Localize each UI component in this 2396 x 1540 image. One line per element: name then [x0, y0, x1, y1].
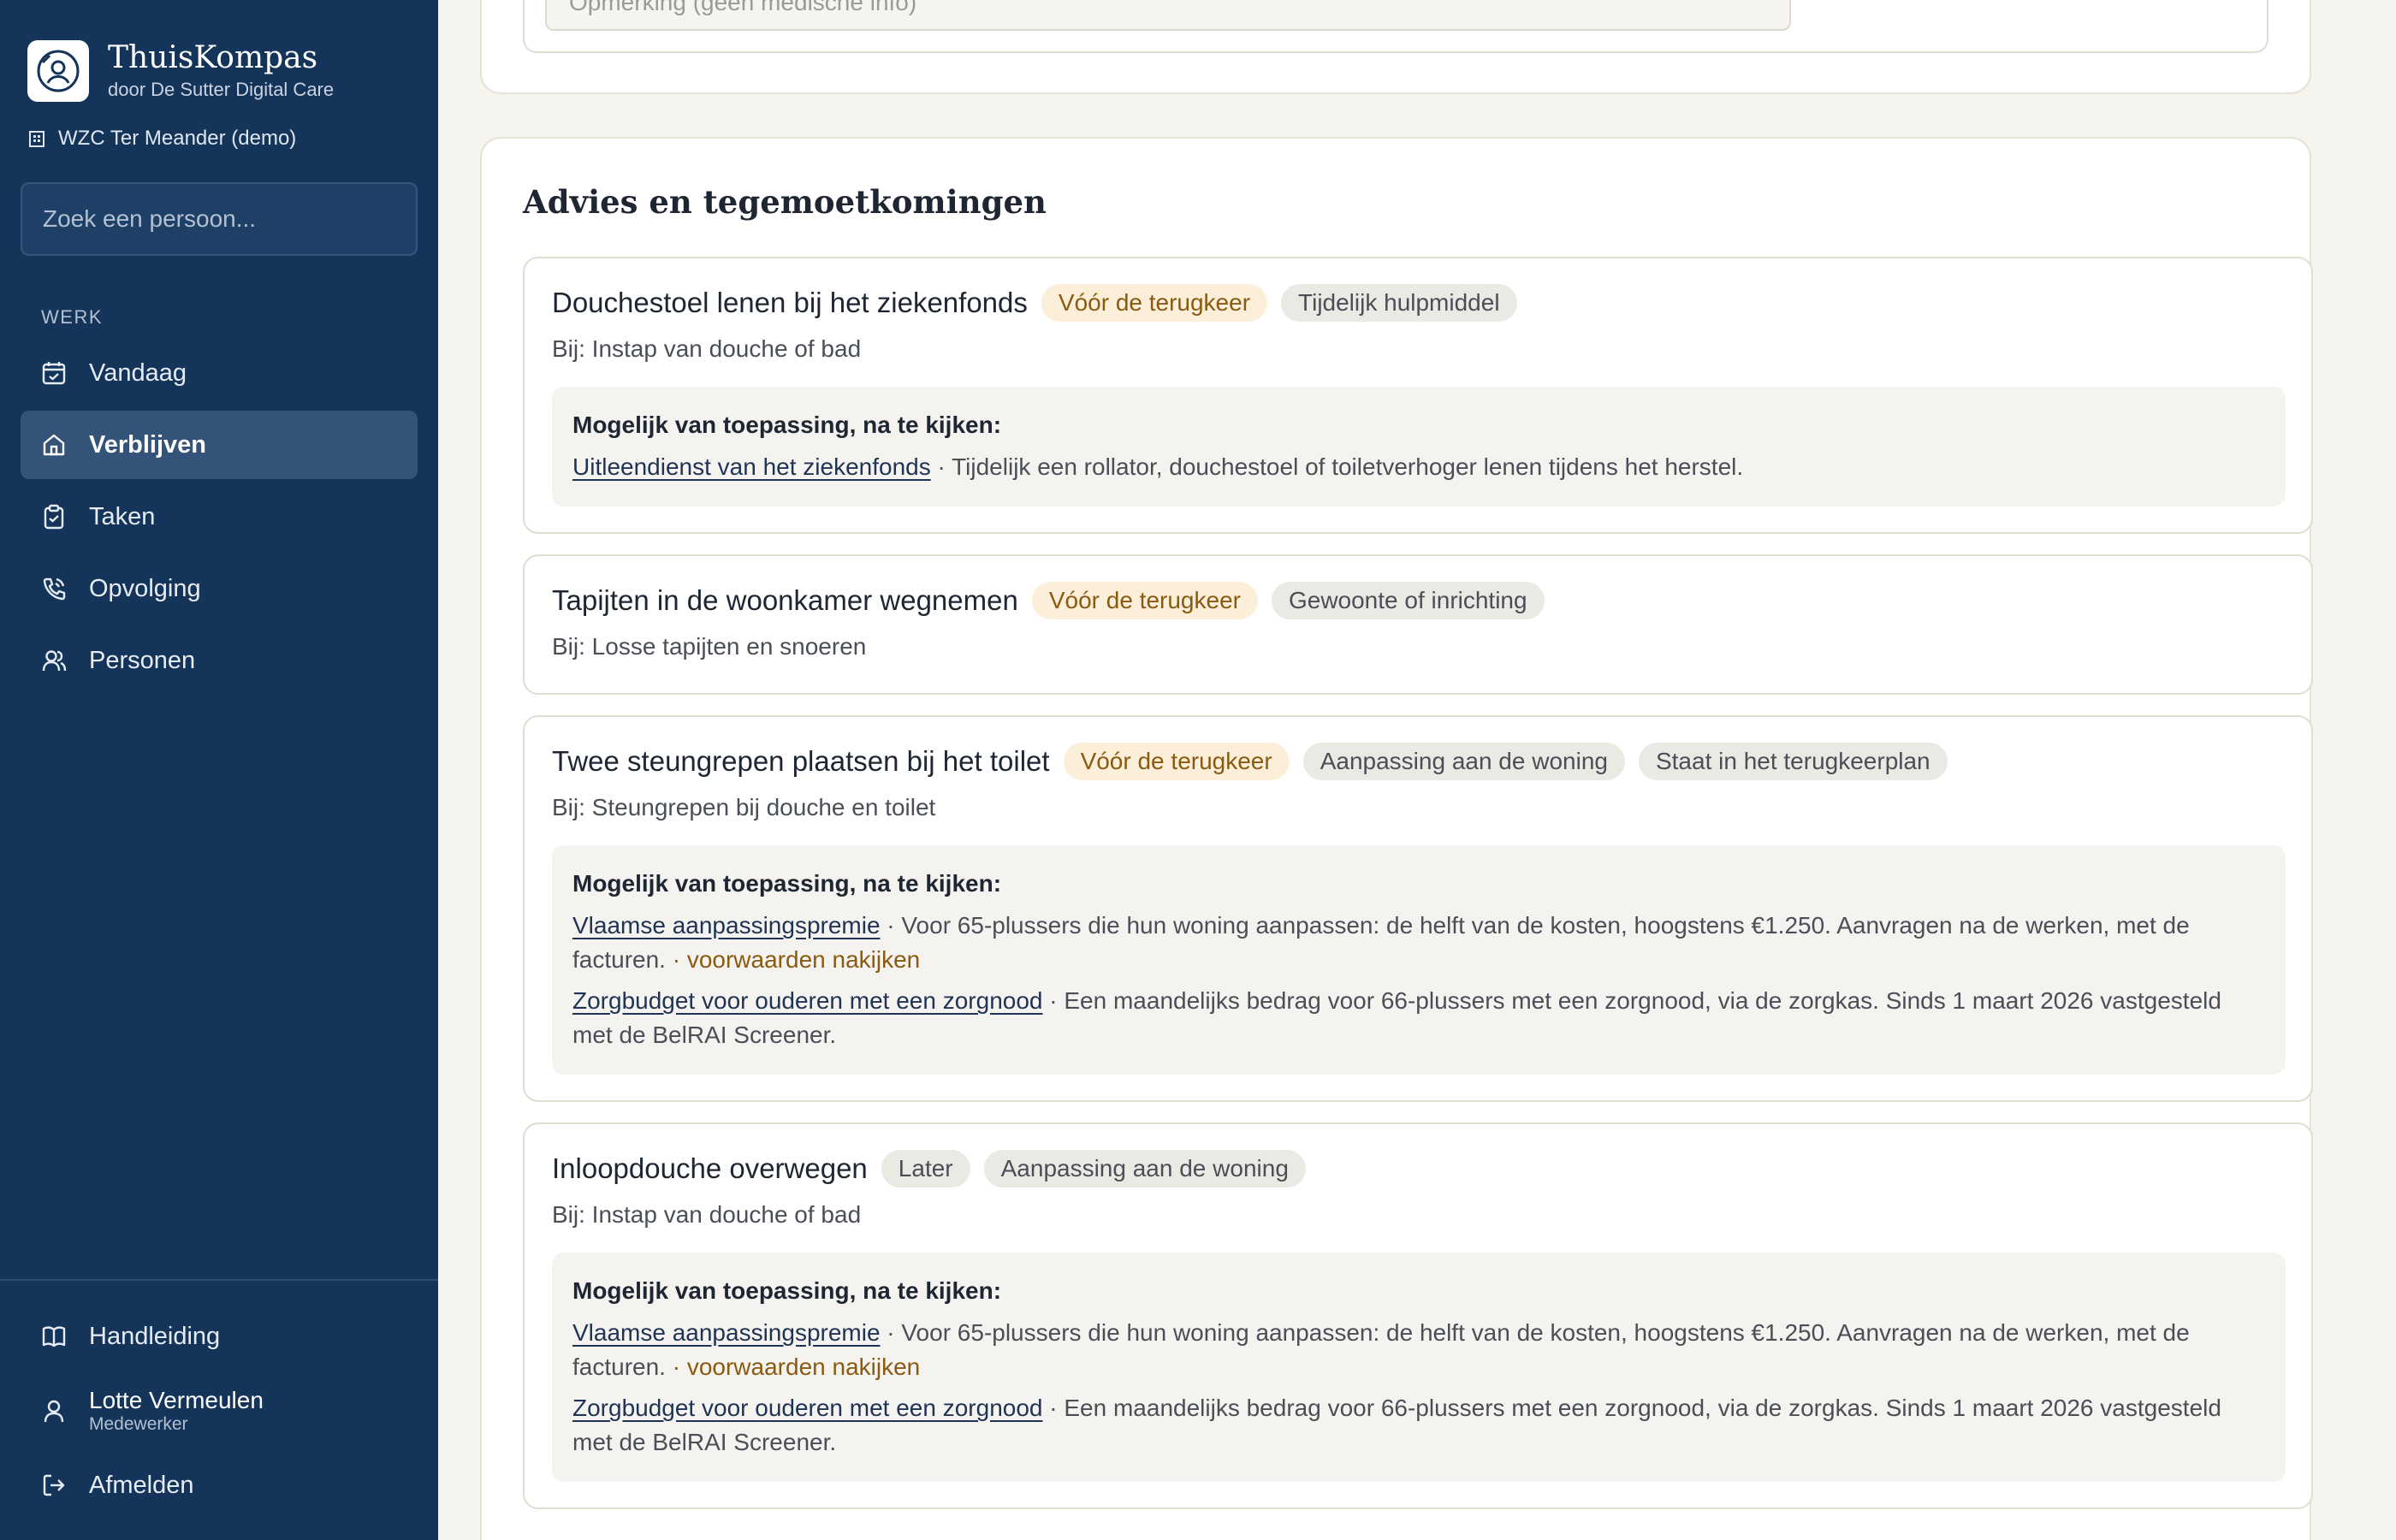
- conditions-link[interactable]: · voorwaarden nakijken: [666, 946, 921, 973]
- logo-icon: [27, 40, 89, 102]
- plan-badge: Staat in het terugkeerplan: [1638, 743, 1948, 780]
- user-profile[interactable]: Lotte Vermeulen Medewerker: [21, 1371, 418, 1451]
- category-badge: Aanpassing aan de woning: [1302, 743, 1625, 780]
- user-role: Medewerker: [89, 1414, 188, 1434]
- main-nav: Vandaag Verblijven Taken Opvolging Perso…: [21, 339, 418, 698]
- advice-title: Douchestoel lenen bij het ziekenfonds: [552, 287, 1028, 318]
- nav-section-label: WERK: [41, 306, 103, 328]
- option-description: · Tijdelijk een rollator, douchestoel of…: [930, 453, 1744, 480]
- option-item: Uitleendienst van het ziekenfonds · Tijd…: [572, 450, 2265, 484]
- logout-label: Afmelden: [89, 1471, 194, 1499]
- options-heading: Mogelijk van toepassing, na te kijken:: [572, 1277, 1002, 1304]
- sidebar-divider: [0, 1279, 438, 1281]
- conditions-link[interactable]: · voorwaarden nakijken: [666, 1353, 921, 1380]
- timing-badge: Vóór de terugkeer: [1031, 582, 1258, 619]
- category-badge: Tijdelijk hulpmiddel: [1281, 284, 1517, 322]
- nav-item-label: Vandaag: [89, 358, 187, 387]
- user-icon: [39, 1396, 68, 1425]
- brand-title: ThuisKompas: [108, 40, 318, 75]
- advice-item[interactable]: Douchestoel lenen bij het ziekenfonds Vó…: [523, 257, 2313, 534]
- nav-item-verblijven[interactable]: Verblijven: [21, 411, 418, 479]
- option-item: Zorgbudget voor ouderen met een zorgnood…: [572, 1391, 2265, 1460]
- nav-item-personen[interactable]: Personen: [21, 626, 418, 695]
- advice-item[interactable]: Tapijten in de woonkamer wegnemen Vóór d…: [523, 554, 2313, 695]
- option-item: Vlaamse aanpassingspremie · Voor 65-plus…: [572, 1316, 2265, 1384]
- option-link[interactable]: Zorgbudget voor ouderen met een zorgnood: [572, 1395, 1043, 1421]
- nav-item-label: Personen: [89, 646, 196, 674]
- person-search-input[interactable]: [21, 182, 418, 256]
- nav-item-vandaag[interactable]: Vandaag: [21, 339, 418, 407]
- phone-icon: [39, 574, 68, 603]
- organisation-name: WZC Ter Meander (demo): [58, 127, 297, 150]
- category-badge: Aanpassing aan de woning: [983, 1150, 1306, 1188]
- category-badge: Gewoonte of inrichting: [1271, 582, 1545, 619]
- options-panel: Mogelijk van toepassing, na te kijken: V…: [552, 1253, 2286, 1482]
- advice-title: Inloopdouche overwegen: [552, 1152, 868, 1184]
- nav-item-label: Verblijven: [89, 430, 207, 459]
- timing-badge: Later: [881, 1150, 970, 1188]
- advice-title: Tapijten in de woonkamer wegnemen: [552, 584, 1018, 616]
- sidebar: ThuisKompas door De Sutter Digital Care …: [0, 0, 438, 1540]
- calendar-check-icon: [39, 358, 68, 388]
- logout-button[interactable]: Afmelden: [21, 1451, 418, 1519]
- manual-link[interactable]: Handleiding: [21, 1302, 418, 1371]
- brand-subtitle: door De Sutter Digital Care: [108, 79, 335, 100]
- timing-badge: Vóór de terugkeer: [1041, 284, 1268, 322]
- options-heading: Mogelijk van toepassing, na te kijken:: [572, 412, 1002, 438]
- option-link[interactable]: Vlaamse aanpassingspremie: [572, 1319, 881, 1346]
- nav-item-label: Taken: [89, 502, 156, 530]
- option-item: Zorgbudget voor ouderen met een zorgnood…: [572, 984, 2265, 1052]
- brand[interactable]: ThuisKompas door De Sutter Digital Care: [27, 39, 334, 103]
- advice-context: Bij: Losse tapijten en snoeren: [552, 633, 867, 660]
- building-icon: [29, 131, 44, 147]
- remark-panel: [523, 0, 2268, 53]
- logout-icon: [39, 1471, 68, 1500]
- user-name: Lotte Vermeulen: [89, 1387, 264, 1413]
- manual-label: Handleiding: [89, 1322, 221, 1350]
- remark-input[interactable]: [545, 0, 1791, 31]
- nav-item-opvolging[interactable]: Opvolging: [21, 554, 418, 623]
- users-icon: [39, 646, 68, 675]
- options-panel: Mogelijk van toepassing, na te kijken: U…: [552, 387, 2286, 506]
- clipboard-check-icon: [39, 502, 68, 531]
- advice-context: Bij: Instap van douche of bad: [552, 335, 862, 362]
- section-title: Advies en tegemoetkomingen: [523, 183, 1047, 221]
- advice-context: Bij: Steungrepen bij douche en toilet: [552, 794, 936, 820]
- option-link[interactable]: Uitleendienst van het ziekenfonds: [572, 453, 931, 480]
- stay-form-card: [480, 0, 2311, 94]
- options-panel: Mogelijk van toepassing, na te kijken: V…: [552, 845, 2286, 1075]
- home-icon: [39, 430, 68, 459]
- nav-item-taken[interactable]: Taken: [21, 483, 418, 551]
- option-link[interactable]: Zorgbudget voor ouderen met een zorgnood: [572, 987, 1043, 1014]
- option-item: Vlaamse aanpassingspremie · Voor 65-plus…: [572, 909, 2265, 977]
- book-icon: [39, 1322, 68, 1351]
- advice-item[interactable]: Twee steungrepen plaatsen bij het toilet…: [523, 715, 2313, 1102]
- advice-card: Advies en tegemoetkomingen Douchestoel l…: [480, 137, 2313, 1540]
- advice-title: Twee steungrepen plaatsen bij het toilet: [552, 745, 1050, 777]
- sidebar-footer: Handleiding Lotte Vermeulen Medewerker A…: [21, 1302, 418, 1519]
- option-link[interactable]: Vlaamse aanpassingspremie: [572, 912, 881, 939]
- advice-context: Bij: Instap van douche of bad: [552, 1201, 862, 1228]
- organisation: WZC Ter Meander (demo): [27, 127, 296, 151]
- nav-item-label: Opvolging: [89, 574, 201, 602]
- options-heading: Mogelijk van toepassing, na te kijken:: [572, 870, 1002, 897]
- timing-badge: Vóór de terugkeer: [1063, 743, 1290, 780]
- advice-item[interactable]: Inloopdouche overwegen Later Aanpassing …: [523, 1122, 2313, 1509]
